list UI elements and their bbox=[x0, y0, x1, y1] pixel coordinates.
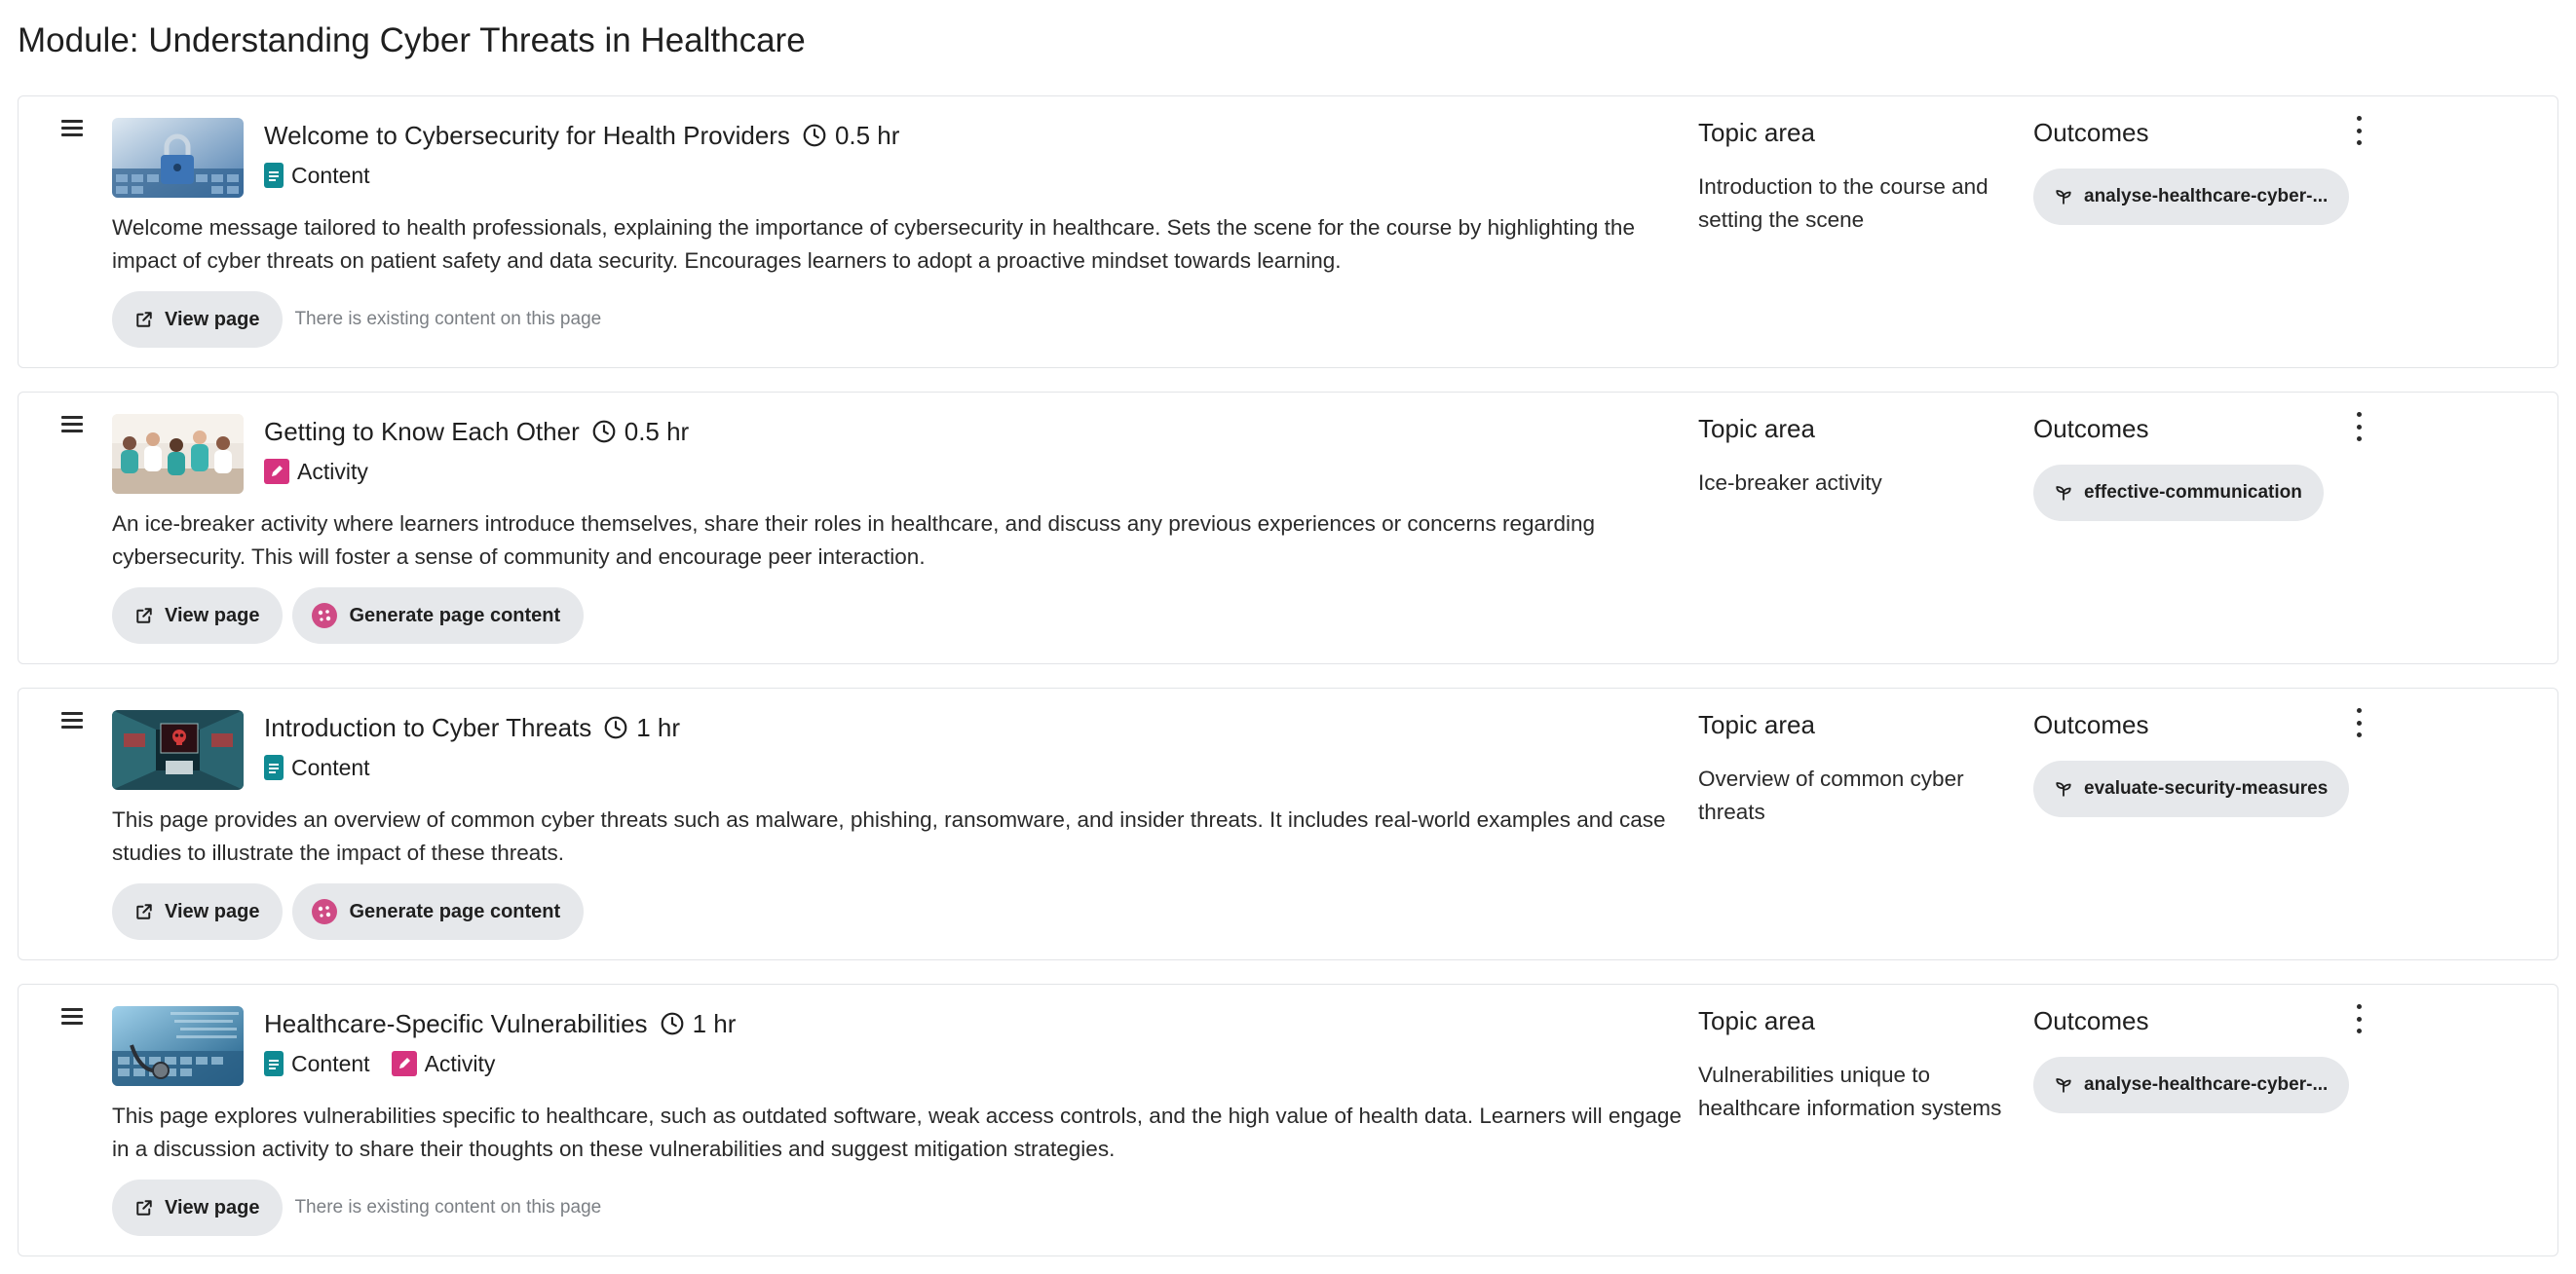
pencil-icon bbox=[391, 1051, 417, 1076]
topic-area-heading: Topic area bbox=[1698, 118, 1815, 147]
outcome-chip[interactable]: effective-communication bbox=[2033, 465, 2324, 521]
type-tag-content: Content bbox=[264, 1051, 370, 1077]
outcome-chip[interactable]: evaluate-security-measures bbox=[2033, 761, 2350, 817]
lesson-title[interactable]: Healthcare-Specific Vulnerabilities bbox=[264, 1009, 648, 1039]
view-page-label: View page bbox=[165, 900, 260, 922]
external-link-icon bbox=[136, 608, 152, 623]
type-label: Content bbox=[291, 754, 370, 780]
topic-area-text: Vulnerabilities unique to healthcare inf… bbox=[1698, 1063, 2002, 1120]
outcome-chip[interactable]: analyse-healthcare-cyber-... bbox=[2033, 169, 2350, 225]
generate-page-content-label: Generate page content bbox=[349, 900, 561, 922]
external-link-icon bbox=[136, 1200, 152, 1216]
type-label: Activity bbox=[297, 458, 368, 484]
lesson-title[interactable]: Introduction to Cyber Threats bbox=[264, 713, 591, 743]
type-label: Activity bbox=[424, 1050, 496, 1076]
more-options-icon[interactable] bbox=[2353, 708, 2365, 737]
generate-page-content-label: Generate page content bbox=[349, 604, 561, 626]
topic-area-heading: Topic area bbox=[1698, 710, 1815, 739]
lesson-duration: 1 hr bbox=[636, 712, 681, 742]
lesson-card: Healthcare-Specific Vulnerabilities 1 hr… bbox=[18, 984, 2558, 1256]
clock-icon bbox=[803, 124, 826, 147]
lesson-title[interactable]: Welcome to Cybersecurity for Health Prov… bbox=[264, 121, 790, 151]
view-page-label: View page bbox=[165, 1196, 260, 1218]
lesson-card: Introduction to Cyber Threats 1 hr Conte… bbox=[18, 688, 2558, 960]
sprout-icon bbox=[2056, 782, 2071, 797]
lesson-card: Welcome to Cybersecurity for Health Prov… bbox=[18, 95, 2558, 368]
sparkle-icon bbox=[312, 899, 338, 924]
lesson-duration: 1 hr bbox=[692, 1008, 737, 1038]
lesson-description: This page provides an overview of common… bbox=[112, 807, 1666, 865]
existing-content-note: There is existing content on this page bbox=[294, 309, 602, 329]
more-options-icon[interactable] bbox=[2353, 412, 2365, 441]
existing-content-note: There is existing content on this page bbox=[294, 1197, 602, 1218]
outcome-label: analyse-healthcare-cyber-... bbox=[2084, 186, 2329, 206]
document-icon bbox=[264, 755, 284, 780]
type-tag-content: Content bbox=[264, 163, 370, 189]
topic-area-text: Introduction to the course and setting t… bbox=[1698, 174, 1989, 232]
lesson-thumbnail bbox=[112, 1006, 244, 1086]
generate-page-content-button[interactable]: Generate page content bbox=[292, 587, 585, 644]
stethoscope-keyboard-image bbox=[112, 1006, 244, 1086]
clock-icon bbox=[592, 420, 616, 443]
lesson-thumbnail bbox=[112, 118, 244, 198]
clock-icon bbox=[661, 1012, 683, 1035]
more-options-icon[interactable] bbox=[2353, 116, 2365, 145]
lesson-description: This page explores vulnerabilities speci… bbox=[112, 1104, 1682, 1161]
lesson-thumbnail bbox=[112, 414, 244, 494]
padlock-image bbox=[112, 118, 244, 198]
type-label: Content bbox=[291, 1050, 370, 1076]
lesson-description: Welcome message tailored to health profe… bbox=[112, 215, 1635, 273]
document-icon bbox=[264, 1051, 284, 1076]
view-page-button[interactable]: View page bbox=[112, 1180, 284, 1236]
lesson-duration: 0.5 hr bbox=[624, 416, 690, 446]
view-page-button[interactable]: View page bbox=[112, 291, 284, 348]
lesson-thumbnail bbox=[112, 710, 244, 790]
module-title: Module: Understanding Cyber Threats in H… bbox=[18, 21, 806, 59]
view-page-label: View page bbox=[165, 604, 260, 626]
outcome-label: evaluate-security-measures bbox=[2084, 778, 2329, 799]
outcomes-heading: Outcomes bbox=[2033, 1006, 2149, 1035]
outcomes-heading: Outcomes bbox=[2033, 414, 2149, 443]
drag-handle-icon[interactable] bbox=[61, 1008, 83, 1028]
generate-page-content-button[interactable]: Generate page content bbox=[292, 883, 585, 940]
type-label: Content bbox=[291, 162, 370, 188]
sprout-icon bbox=[2056, 190, 2071, 205]
topic-area-heading: Topic area bbox=[1698, 414, 1815, 443]
topic-area-text: Ice-breaker activity bbox=[1698, 470, 1882, 495]
drag-handle-icon[interactable] bbox=[61, 416, 83, 435]
type-tag-activity: Activity bbox=[391, 1050, 496, 1077]
lesson-title[interactable]: Getting to Know Each Other bbox=[264, 417, 580, 447]
outcomes-heading: Outcomes bbox=[2033, 118, 2149, 147]
clock-icon bbox=[604, 716, 627, 739]
view-page-label: View page bbox=[165, 308, 260, 330]
type-tag-activity: Activity bbox=[264, 459, 368, 485]
lesson-duration: 0.5 hr bbox=[834, 120, 900, 150]
more-options-icon[interactable] bbox=[2353, 1004, 2365, 1033]
drag-handle-icon[interactable] bbox=[61, 712, 83, 731]
module-page: Module: Understanding Cyber Threats in H… bbox=[0, 0, 2576, 1274]
lesson-description: An ice-breaker activity where learners i… bbox=[112, 511, 1596, 569]
outcomes-heading: Outcomes bbox=[2033, 710, 2149, 739]
type-tag-content: Content bbox=[264, 755, 370, 781]
outcome-label: effective-communication bbox=[2084, 482, 2302, 503]
lesson-card: Getting to Know Each Other 0.5 hr Activi… bbox=[18, 392, 2558, 664]
hospital-corridor-image bbox=[112, 710, 244, 790]
sprout-icon bbox=[2056, 1078, 2071, 1093]
document-icon bbox=[264, 163, 284, 188]
view-page-button[interactable]: View page bbox=[112, 883, 284, 940]
outcome-label: analyse-healthcare-cyber-... bbox=[2084, 1074, 2329, 1095]
external-link-icon bbox=[136, 312, 152, 327]
sparkle-icon bbox=[312, 603, 338, 628]
pencil-icon bbox=[264, 459, 289, 484]
drag-handle-icon[interactable] bbox=[61, 120, 83, 139]
sprout-icon bbox=[2056, 486, 2071, 501]
group-of-people-image bbox=[112, 414, 244, 494]
topic-area-heading: Topic area bbox=[1698, 1006, 1815, 1035]
topic-area-text: Overview of common cyber threats bbox=[1698, 767, 1964, 824]
external-link-icon bbox=[136, 904, 152, 919]
outcome-chip[interactable]: analyse-healthcare-cyber-... bbox=[2033, 1057, 2350, 1113]
view-page-button[interactable]: View page bbox=[112, 587, 284, 644]
